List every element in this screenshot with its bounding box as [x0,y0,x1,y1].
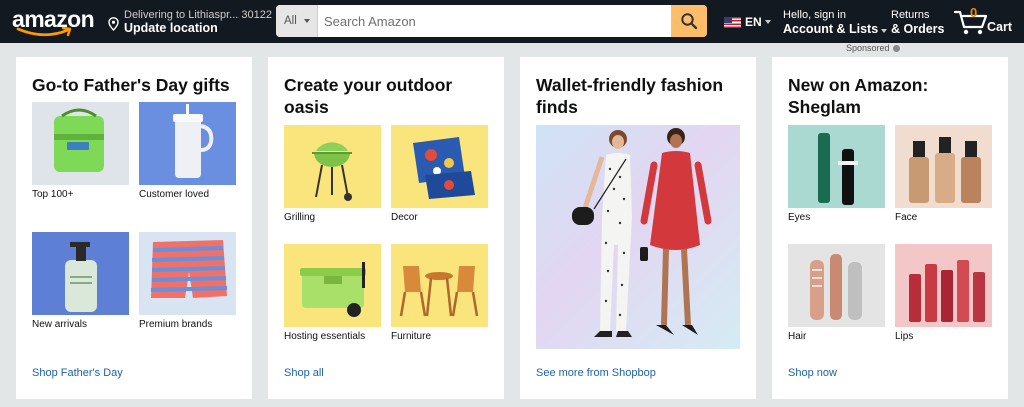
cooler-image [284,244,381,327]
returns-label: Returns [891,9,930,21]
card-title: Wallet-friendly fashion finds [536,75,724,117]
update-location-text: Update location [124,21,218,35]
language-label: EN [745,15,762,29]
lotion-bottle-image [32,232,129,315]
tile-grilling[interactable]: Grilling [284,125,381,223]
shop-all-link[interactable]: Shop all [284,367,324,379]
account-lists-row: Account & Lists [783,22,888,36]
tile-hosting-essentials[interactable]: Hosting essentials [284,244,381,342]
location-pin-icon [108,17,119,31]
see-more-shopbop-link[interactable]: See more from Shopbop [536,367,656,379]
amazon-smile-icon [16,26,72,37]
delivery-address-text: Delivering to Lithiaspr... 30122 [124,9,272,21]
cart-label: Cart [987,20,1013,34]
tile-hair[interactable]: Hair [788,244,885,342]
tile-premium-brands[interactable]: Premium brands [139,232,236,330]
tile-lips[interactable]: Lips [895,244,992,342]
tile-caption: Customer loved [139,189,210,200]
search-button[interactable] [671,5,707,37]
us-flag-icon [724,16,741,28]
chevron-down-icon [881,29,888,33]
tile-decor[interactable]: Decor [391,125,488,223]
account-lists-label: Account & Lists [783,22,879,36]
tile-top-100[interactable]: Top 100+ [32,102,129,200]
returns-orders-link[interactable]: Returns & Orders [891,9,945,36]
tile-eyes[interactable]: Eyes [788,125,885,223]
tile-caption: Hair [788,331,807,342]
sponsored-label[interactable]: Sponsored [846,43,900,53]
pillows-image [391,125,488,208]
chevron-down-icon [764,20,771,24]
search-category-dropdown[interactable]: All [276,5,318,37]
language-selector[interactable]: EN [724,14,771,30]
hair-tools-image [788,244,885,327]
tile-caption: Eyes [788,212,811,223]
fashion-models-image[interactable] [536,125,740,349]
card-title: New on Amazon: Sheglam [788,75,929,117]
tile-caption: Decor [391,212,418,223]
tile-caption: New arrivals [32,319,88,330]
mascara-image [788,125,885,208]
tile-caption: Lips [895,331,914,342]
patio-furniture-image [391,244,488,327]
tile-caption: Hosting essentials [284,331,366,342]
tile-caption: Face [895,212,918,223]
account-menu[interactable]: Hello, sign in Account & Lists [783,9,888,36]
search-icon [681,13,698,30]
shop-fathers-day-link[interactable]: Shop Father's Day [32,367,123,379]
swim-trunks-image [139,232,236,315]
grill-image [284,125,381,208]
delivery-location[interactable]: Delivering to Lithiaspr... 30122 Update … [108,8,272,36]
fathers-day-card: Go-to Father's Day gifts Top 100+ Custom… [16,57,252,399]
tile-caption: Grilling [284,212,316,223]
tile-caption: Furniture [391,331,432,342]
tile-new-arrivals[interactable]: New arrivals [32,232,129,330]
cart-count: 0 [970,5,978,20]
tile-caption: Premium brands [139,319,213,330]
account-greeting: Hello, sign in [783,9,846,21]
search-input[interactable] [318,5,671,37]
cart-button[interactable]: 0 Cart [954,5,1020,38]
orders-label: & Orders [891,22,945,36]
fashion-finds-card: Wallet-friendly fashion finds See more f… [520,57,756,399]
search-bar: All [276,5,707,37]
tile-face[interactable]: Face [895,125,992,223]
cooler-bag-image [32,102,129,185]
card-title: Go-to Father's Day gifts [32,75,230,95]
tile-caption: Top 100+ [32,189,74,200]
search-category-label: All [284,15,297,27]
amazon-logo[interactable]: amazon [12,4,98,40]
shop-now-link[interactable]: Shop now [788,367,837,379]
lipstick-image [895,244,992,327]
tile-furniture[interactable]: Furniture [391,244,488,342]
sheglam-card: New on Amazon: Sheglam Eyes Face Hair Li… [772,57,1008,399]
tile-customer-loved[interactable]: Customer loved [139,102,236,200]
sponsored-text: Sponsored [846,43,890,53]
outdoor-oasis-card: Create your outdoor oasis Grilling Decor… [268,57,504,399]
chevron-down-icon [304,19,310,23]
card-title: Create your outdoor oasis [284,75,453,117]
top-navigation-bar: amazon Delivering to Lithiaspr... 30122 … [0,0,1024,43]
info-icon [892,44,900,52]
foundation-image [895,125,992,208]
tumbler-image [139,102,236,185]
